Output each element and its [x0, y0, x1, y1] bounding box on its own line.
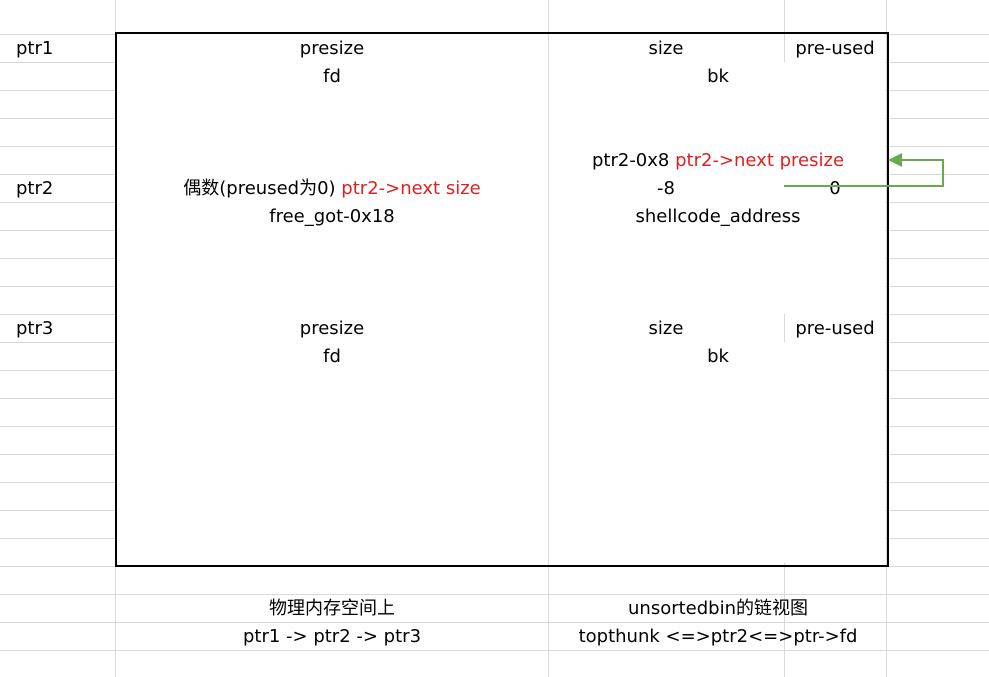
row-label-ptr1: ptr1	[16, 38, 54, 59]
memory-frame	[115, 32, 889, 567]
chunk2-above-red: ptr2->next presize	[675, 150, 845, 171]
chunk3-presize: presize	[299, 318, 365, 339]
chunk1-fd: fd	[323, 66, 341, 87]
chunk1-bk: bk	[707, 66, 729, 87]
chunk3-size: size	[648, 318, 684, 339]
chunk3-fd: fd	[323, 346, 341, 367]
chunk2-size: -8	[657, 178, 675, 199]
chunk2-bk: shellcode_address	[635, 206, 801, 227]
chunk3-bk: bk	[707, 346, 729, 367]
chunk1-presize: presize	[299, 38, 365, 59]
caption-left-line1: 物理内存空间上	[269, 598, 395, 619]
chunk1-size: size	[648, 38, 684, 59]
chunk2-presize-label: 偶数(preused为0) ptr2->next size	[183, 177, 480, 201]
chunk2-above-black: ptr2-0x8	[591, 150, 670, 171]
caption-right-line1: unsortedbin的链视图	[628, 598, 808, 619]
chunk2-above-label: ptr2-0x8 ptr2->next presize	[592, 149, 844, 173]
chunk2-presize-red: ptr2->next size	[341, 178, 481, 199]
chunk2-preused: 0	[829, 178, 841, 199]
chunk3-preused: pre-used	[795, 318, 875, 339]
row-label-ptr2: ptr2	[16, 178, 54, 199]
caption-right-line2: topthunk <=>ptr2<=>ptr->fd	[578, 626, 858, 647]
row-label-ptr3: ptr3	[16, 318, 54, 339]
caption-left-line2: ptr1 -> ptr2 -> ptr3	[242, 626, 422, 647]
chunk2-presize-black: 偶数(preused为0)	[183, 178, 336, 199]
chunk2-fd: free_got-0x18	[269, 206, 395, 227]
chunk1-preused: pre-used	[795, 38, 875, 59]
